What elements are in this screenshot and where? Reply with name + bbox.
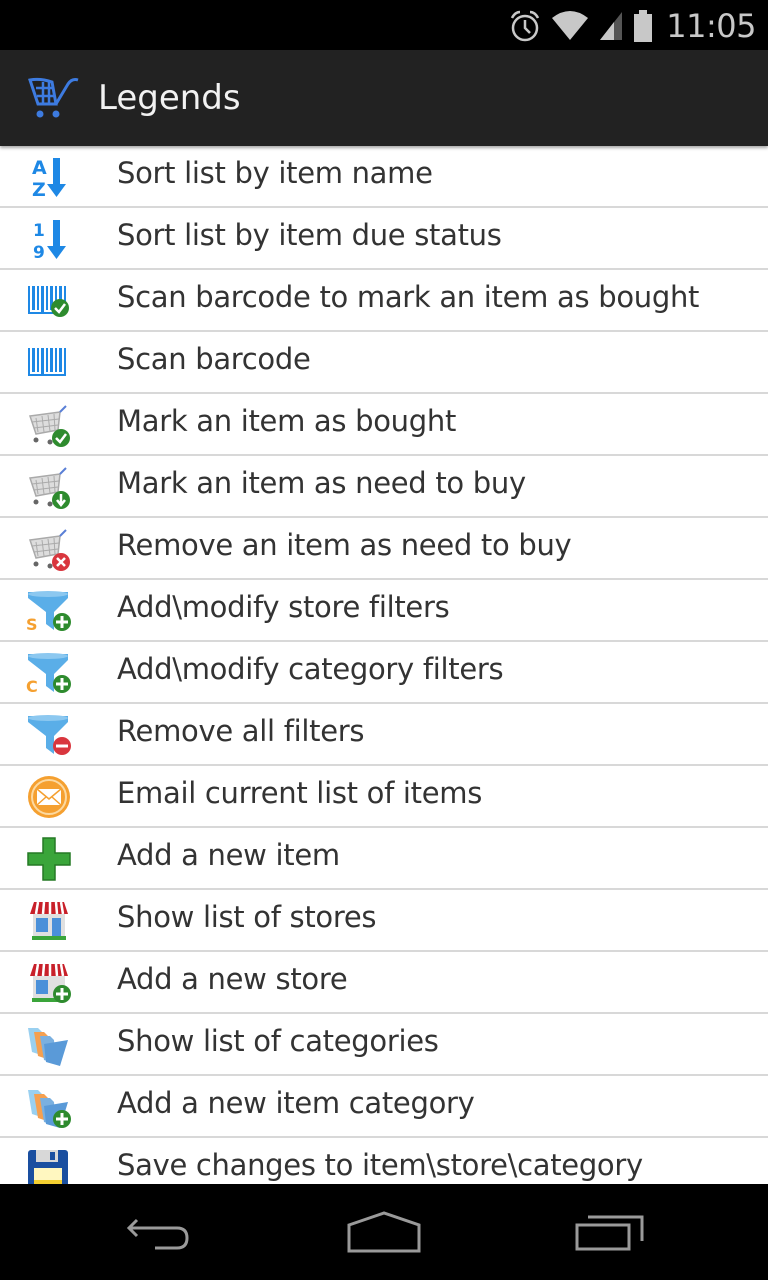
svg-text:A: A	[32, 157, 47, 179]
svg-text:Z: Z	[32, 179, 46, 200]
svg-text:S: S	[26, 615, 38, 634]
signal-icon	[600, 12, 623, 40]
legend-label: Remove all filters	[117, 714, 365, 748]
legend-label: Mark an item as bought	[117, 404, 457, 438]
home-icon	[347, 1211, 421, 1253]
legend-label: Email current list of items	[117, 776, 483, 810]
legend-label: Remove an item as need to buy	[117, 528, 572, 562]
legend-item-email: Email current list of items	[0, 766, 768, 828]
legend-label: Sort list by item name	[117, 156, 433, 190]
store-icon	[30, 901, 68, 940]
legend-label: Save changes to item\store\category	[117, 1148, 643, 1182]
alarm-icon	[511, 10, 540, 42]
barcode-check-icon	[28, 286, 69, 317]
back-icon	[126, 1218, 189, 1250]
legend-label: Add a new item category	[117, 1086, 475, 1120]
legend-label: Mark an item as need to buy	[117, 466, 526, 500]
store-add-icon	[30, 963, 71, 1003]
legend-item-add-store: Add a new store	[0, 952, 768, 1014]
folders-icon	[28, 1028, 68, 1066]
save-icon	[28, 1150, 68, 1184]
legend-item-add-category: Add a new item category	[0, 1076, 768, 1138]
page-title: Legends	[98, 78, 241, 118]
svg-text:9: 9	[33, 243, 45, 262]
legend-item-show-categories: Show list of categories	[0, 1014, 768, 1076]
email-icon	[28, 776, 70, 818]
legend-item-mark-need: Mark an item as need to buy	[0, 456, 768, 518]
legend-item-show-stores: Show list of stores	[0, 890, 768, 952]
status-bar: 11:05	[0, 0, 768, 50]
legend-item-scan-bought: Scan barcode to mark an item as bought	[0, 270, 768, 332]
filter-remove-icon	[28, 715, 71, 755]
cart-check-icon	[29, 405, 70, 447]
wifi-icon	[552, 11, 589, 40]
battery-icon	[634, 10, 653, 42]
barcode-icon	[28, 348, 66, 376]
legend-label: Show list of categories	[117, 1024, 439, 1058]
cart-remove-icon	[29, 529, 70, 571]
navigation-bar	[0, 1184, 768, 1280]
legend-item-add-item: Add a new item	[0, 828, 768, 890]
legend-label: Add a new item	[117, 838, 340, 872]
legend-label: Show list of stores	[117, 900, 377, 934]
legend-label: Add\modify category filters	[117, 652, 504, 686]
add-icon	[27, 837, 71, 881]
legend-label: Scan barcode	[117, 342, 311, 376]
legend-item-sort-name: A Z Sort list by item name	[0, 146, 768, 208]
legend-item-sort-due: 1 9 Sort list by item due status	[0, 208, 768, 270]
home-button[interactable]	[324, 1204, 444, 1260]
legend-item-mark-bought: Mark an item as bought	[0, 394, 768, 456]
sort-19-icon: 1 9	[33, 220, 66, 262]
legend-label: Add\modify store filters	[117, 590, 450, 624]
cart-download-icon	[29, 467, 70, 509]
filter-store-add-icon: S	[26, 591, 71, 634]
legend-label: Add a new store	[117, 962, 348, 996]
legend-list[interactable]: A Z Sort list by item name 1 9 Sort list…	[0, 146, 768, 1184]
filter-category-add-icon: C	[26, 653, 71, 696]
action-bar: Legends	[0, 50, 768, 146]
legend-item-category-filters: C Add\modify category filters	[0, 642, 768, 704]
back-button[interactable]	[100, 1204, 220, 1260]
svg-text:1: 1	[33, 221, 45, 241]
clock: 11:05	[666, 7, 756, 45]
svg-text:C: C	[26, 677, 38, 696]
sort-az-icon: A Z	[32, 157, 66, 200]
legend-label: Scan barcode to mark an item as bought	[117, 280, 700, 314]
shopping-cart-icon[interactable]	[26, 76, 84, 120]
legend-item-scan: Scan barcode	[0, 332, 768, 394]
legend-item-save: Save changes to item\store\category	[0, 1138, 768, 1184]
legend-item-remove-filters: Remove all filters	[0, 704, 768, 766]
legend-item-store-filters: S Add\modify store filters	[0, 580, 768, 642]
recents-button[interactable]	[550, 1204, 670, 1260]
recents-icon	[575, 1215, 644, 1251]
legend-item-remove-need: Remove an item as need to buy	[0, 518, 768, 580]
folders-add-icon	[28, 1090, 71, 1128]
legend-label: Sort list by item due status	[117, 218, 502, 252]
